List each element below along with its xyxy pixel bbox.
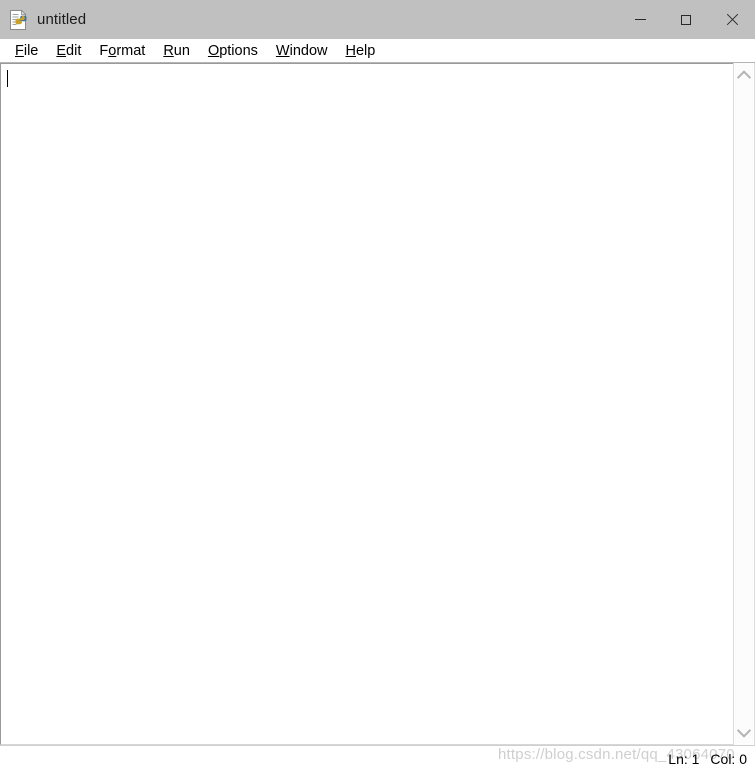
menu-label-format-after: rmat <box>116 42 146 59</box>
maximize-button[interactable] <box>663 0 709 39</box>
menu-item-options[interactable]: Options <box>199 42 267 60</box>
menu-label-window-after: indow <box>289 42 328 59</box>
close-icon <box>726 14 738 26</box>
menu-item-file[interactable]: File <box>6 42 47 60</box>
menu-label-file-after: ile <box>23 42 39 59</box>
chevron-up-icon <box>736 70 752 85</box>
vertical-scrollbar[interactable] <box>733 63 755 745</box>
menu-accel-window: W <box>275 42 290 59</box>
statusbar: Ln: 1 Col: 0 <box>0 745 755 771</box>
window-title: untitled <box>37 11 87 28</box>
scroll-up-button[interactable] <box>734 67 754 85</box>
editor-frame <box>0 63 755 745</box>
titlebar[interactable]: untitled <box>0 0 755 39</box>
menu-accel-file: F <box>15 42 24 59</box>
status-line-number: Ln: 1 <box>668 750 700 767</box>
menubar: File Edit Format Run Options Window Help <box>0 39 755 62</box>
menu-label-help-after: elp <box>355 42 376 59</box>
menu-accel-edit: E <box>56 42 67 59</box>
chevron-down-icon <box>736 723 752 738</box>
menu-item-help[interactable]: Help <box>337 42 385 60</box>
window-controls <box>617 0 755 39</box>
idle-editor-window: untitled File Edit Format Run Options Wi… <box>0 0 755 771</box>
minimize-button[interactable] <box>617 0 663 39</box>
menu-accel-options: O <box>207 42 220 59</box>
menu-accel-run: R <box>163 42 174 59</box>
maximize-icon <box>681 14 691 25</box>
python-idle-document-icon <box>8 9 30 31</box>
code-editor-area[interactable] <box>0 63 733 745</box>
menu-item-run[interactable]: Run <box>154 42 199 60</box>
text-caret <box>7 70 8 87</box>
menu-item-format[interactable]: Format <box>90 42 154 60</box>
close-button[interactable] <box>709 0 755 39</box>
menu-label-options-after: ptions <box>219 42 258 59</box>
menu-label-edit-after: dit <box>66 42 82 59</box>
menu-item-window[interactable]: Window <box>267 42 337 60</box>
titlebar-left-group: untitled <box>0 9 617 31</box>
minimize-icon <box>634 19 646 20</box>
status-column-number: Col: 0 <box>710 750 747 767</box>
menu-item-edit[interactable]: Edit <box>47 42 90 60</box>
menu-label-format-before: F <box>99 42 109 59</box>
menu-label-run-after: un <box>173 42 190 59</box>
scroll-down-button[interactable] <box>734 723 754 741</box>
menu-accel-help: H <box>345 42 356 59</box>
